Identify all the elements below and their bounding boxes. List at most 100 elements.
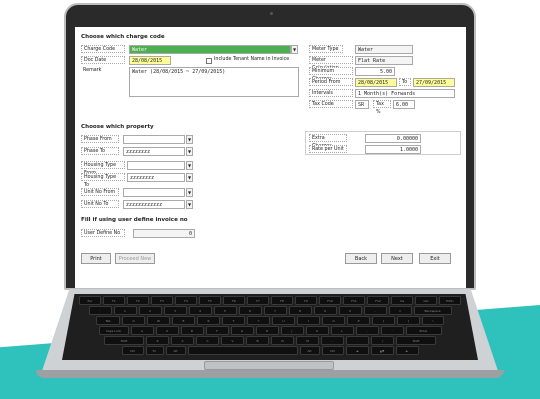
key-l[interactable]: L xyxy=(330,326,354,335)
key-w[interactable]: W xyxy=(147,316,170,325)
key-][interactable]: ] xyxy=(397,316,420,325)
doc-date-field[interactable]: 28/08/2015 xyxy=(129,56,171,65)
key-/[interactable]: / xyxy=(371,336,394,345)
key-b[interactable]: B xyxy=(246,336,269,345)
key-6[interactable]: 6 xyxy=(238,306,262,315)
minimum-charges-field[interactable]: 5.00 xyxy=(355,67,395,76)
key-3[interactable]: 3 xyxy=(163,306,187,315)
next-button[interactable]: Next xyxy=(381,253,413,264)
key-h[interactable]: H xyxy=(255,326,279,335)
key-d[interactable]: D xyxy=(180,326,204,335)
key-ctrl[interactable]: Ctrl xyxy=(321,346,344,355)
phase-from-field[interactable] xyxy=(123,135,185,144)
key-shift[interactable]: Shift xyxy=(104,336,144,345)
key-alt[interactable]: Alt xyxy=(165,346,186,355)
key-►[interactable]: ► xyxy=(395,346,419,355)
housing-to-field[interactable]: zzzzzzzz xyxy=(127,173,185,182)
key-f3[interactable]: F3 xyxy=(151,296,173,305)
meter-type-field[interactable]: Water xyxy=(355,45,413,54)
key-x[interactable]: X xyxy=(171,336,194,345)
phase-to-field[interactable]: zzzzzzzz xyxy=(123,147,185,156)
key-f9[interactable]: F9 xyxy=(295,296,317,305)
intervals-field[interactable]: 1 Month(s) Forwards xyxy=(355,89,455,98)
key-,[interactable]: , xyxy=(321,336,344,345)
key-fn[interactable]: Fn xyxy=(145,346,164,355)
rate-per-unit-field[interactable]: 1.0000 xyxy=(365,145,421,154)
key-\[interactable]: \ xyxy=(422,316,444,325)
proceed-new-button[interactable]: Proceed New xyxy=(115,253,155,264)
key-e[interactable]: E xyxy=(172,316,195,325)
key-▲▼[interactable]: ▲▼ xyxy=(370,346,394,355)
touchpad[interactable] xyxy=(204,361,334,370)
key-ins[interactable]: Ins xyxy=(391,296,413,305)
key-f6[interactable]: F6 xyxy=(223,296,245,305)
key-backspace[interactable]: Backspace xyxy=(413,306,452,315)
key-n[interactable]: N xyxy=(271,336,294,345)
extra-charges-field[interactable]: 0.00000 xyxy=(365,134,421,143)
exit-button[interactable]: Exit xyxy=(419,253,451,264)
tax-percent-field[interactable]: 6.00 xyxy=(393,100,415,109)
unit-from-dropdown-icon[interactable]: ▼ xyxy=(186,188,193,197)
unit-to-field[interactable]: zzzzzzzzzzzz xyxy=(123,200,185,209)
key-c[interactable]: C xyxy=(196,336,219,345)
key-j[interactable]: J xyxy=(280,326,304,335)
period-from-field[interactable]: 28/08/2015 xyxy=(355,78,397,87)
key-`[interactable]: ` xyxy=(88,306,112,315)
key-=[interactable]: = xyxy=(388,306,412,315)
key-5[interactable]: 5 xyxy=(213,306,237,315)
key-7[interactable]: 7 xyxy=(263,306,287,315)
key-a[interactable]: A xyxy=(130,326,154,335)
key-t[interactable]: T xyxy=(222,316,245,325)
unit-from-field[interactable] xyxy=(123,188,185,197)
key-z[interactable]: Z xyxy=(146,336,169,345)
key-prtsc[interactable]: PrtSc xyxy=(439,296,461,305)
unit-to-dropdown-icon[interactable]: ▼ xyxy=(186,200,193,209)
key-9[interactable]: 9 xyxy=(313,306,337,315)
key-8[interactable]: 8 xyxy=(288,306,312,315)
housing-to-dropdown-icon[interactable]: ▼ xyxy=(186,173,193,182)
key-q[interactable]: Q xyxy=(122,316,145,325)
key-g[interactable]: G xyxy=(230,326,254,335)
housing-from-dropdown-icon[interactable]: ▼ xyxy=(186,161,193,170)
print-button[interactable]: Print xyxy=(81,253,111,264)
key-0[interactable]: 0 xyxy=(338,306,362,315)
key-'[interactable]: ' xyxy=(380,326,404,335)
key-v[interactable]: V xyxy=(221,336,244,345)
key-f4[interactable]: F4 xyxy=(175,296,197,305)
period-to-field[interactable]: 27/09/2015 xyxy=(413,78,455,87)
key-f8[interactable]: F8 xyxy=(271,296,293,305)
user-define-field[interactable]: 0 xyxy=(133,229,195,238)
key-◄[interactable]: ◄ xyxy=(345,346,369,355)
key-f[interactable]: F xyxy=(205,326,229,335)
key-m[interactable]: M xyxy=(296,336,319,345)
key-k[interactable]: K xyxy=(305,326,329,335)
key-alt[interactable]: Alt xyxy=(299,346,320,355)
key-.[interactable]: . xyxy=(346,336,369,345)
key-y[interactable]: Y xyxy=(247,316,270,325)
key-2[interactable]: 2 xyxy=(138,306,162,315)
housing-from-field[interactable] xyxy=(127,161,185,170)
back-button[interactable]: Back xyxy=(345,253,377,264)
key-del[interactable]: Del xyxy=(415,296,437,305)
key-[[interactable]: [ xyxy=(372,316,395,325)
charge-code-dropdown-icon[interactable]: ▼ xyxy=(291,45,298,54)
key-f2[interactable]: F2 xyxy=(127,296,149,305)
key-o[interactable]: O xyxy=(322,316,345,325)
key-f1[interactable]: F1 xyxy=(103,296,125,305)
meter-calculation-field[interactable]: Flat Rate xyxy=(355,56,413,65)
key-i[interactable]: I xyxy=(297,316,320,325)
key-ctrl[interactable]: Ctrl xyxy=(121,346,144,355)
key-caps-lock[interactable]: Caps Lock xyxy=(98,326,129,335)
key-;[interactable]: ; xyxy=(355,326,379,335)
phase-to-dropdown-icon[interactable]: ▼ xyxy=(186,147,193,156)
key-1[interactable]: 1 xyxy=(113,306,137,315)
key-f10[interactable]: F10 xyxy=(319,296,341,305)
key-r[interactable]: R xyxy=(197,316,220,325)
remark-textarea[interactable]: Water (28/08/2015 ~ 27/09/2015) xyxy=(129,67,299,97)
key-tab[interactable]: Tab xyxy=(96,316,120,325)
include-tenant-checkbox[interactable] xyxy=(206,58,212,64)
key-space[interactable] xyxy=(187,346,298,355)
key--[interactable]: - xyxy=(363,306,387,315)
key-shift[interactable]: Shift xyxy=(396,336,436,345)
key-u[interactable]: U xyxy=(272,316,295,325)
